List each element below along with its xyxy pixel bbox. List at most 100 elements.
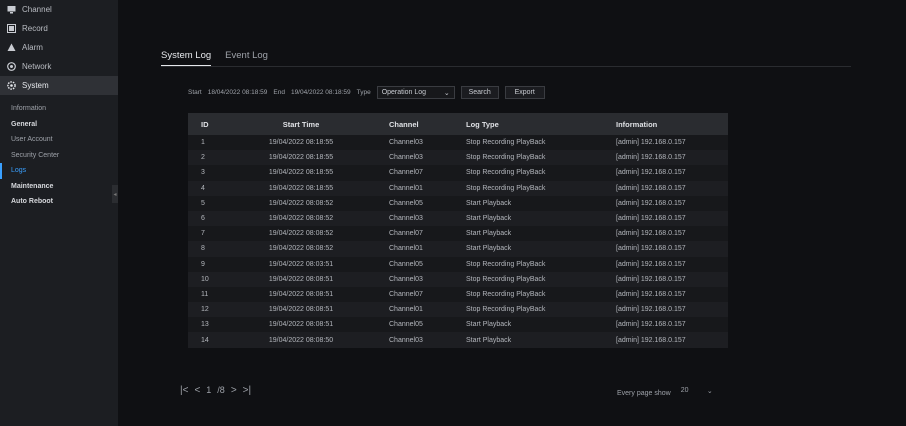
record-icon [7,24,16,33]
submenu-auto-reboot[interactable]: Auto Reboot [0,194,118,210]
submenu-logs[interactable]: Logs [0,163,118,179]
first-page-button[interactable]: |< [180,385,188,396]
cell-start-time: 19/04/2022 08:18:55 [268,139,334,147]
table-row[interactable]: 10 19/04/2022 08:08:51 Channel03 Stop Recor… [188,271,728,287]
table-row[interactable]: 5 19/04/2022 08:08:52 Channel05 Start Playb… [188,195,728,211]
submenu-user-account[interactable]: User Account [0,132,118,148]
table-row[interactable]: 9 19/04/2022 08:03:51 Channel05 Stop Record… [188,256,728,272]
cell-log-type: Start Playback [466,199,512,207]
cell-start-time: 19/04/2022 08:08:52 [268,230,334,238]
cell-log-type: Stop Recording PlayBack [466,154,546,162]
last-page-button[interactable]: >| [243,385,251,396]
cell-channel: Channel03 [389,275,423,283]
cell-information: [admin] 192.168.0.157 [616,245,686,253]
cell-information: [admin] 192.168.0.157 [616,260,686,268]
cell-information: [admin] 192.168.0.157 [616,154,686,162]
table-header-row: ID Start Time Channel Log Type Informati… [188,113,728,135]
sidebar-item-alarm[interactable]: Alarm [0,38,118,57]
cell-id: 3 [201,169,205,177]
cell-information: [admin] 192.168.0.157 [616,336,686,344]
cell-information: [admin] 192.168.0.157 [616,139,686,147]
cell-id: 2 [201,154,205,162]
table-row[interactable]: 6 19/04/2022 08:08:52 Channel03 Start Playb… [188,210,728,227]
sidebar-item-label: Network [22,62,52,71]
system-submenu: Information General User Account Securit… [0,101,118,210]
submenu-general[interactable]: General [0,117,118,133]
network-icon [7,62,16,71]
main-panel: System Log Event Log Start 18/04/2022 08… [118,0,906,426]
sidebar-item-label: Alarm [22,43,43,52]
column-header-id: ID [201,119,209,129]
cell-id: 14 [201,336,209,344]
column-header-start-time: Start Time [282,119,320,129]
cell-channel: Channel05 [389,321,423,329]
cell-information: [admin] 192.168.0.157 [616,169,686,177]
cell-id: 7 [201,230,205,238]
column-header-channel: Channel [389,119,419,129]
page-size-label: Every page show [617,389,671,397]
alarm-icon [7,43,16,52]
cell-start-time: 19/04/2022 08:08:51 [268,321,334,329]
table-row[interactable]: 13 19/04/2022 08:08:51 Channel05 Start Play… [188,317,728,333]
cell-id: 13 [201,321,209,329]
cell-information: [admin] 192.168.0.157 [616,290,686,298]
cell-channel: Channel03 [389,215,423,223]
tab-system-log[interactable]: System Log [161,50,212,67]
end-label: End [273,89,285,96]
cell-channel: Channel03 [389,336,423,344]
cell-id: 9 [201,260,205,268]
table-row[interactable]: 12 19/04/2022 08:08:51 Channel01 Stop Recor… [188,302,728,318]
table-row[interactable]: 14 19/04/2022 08:08:50 Channel03 Start Play… [188,332,728,348]
cell-log-type: Start Playback [466,336,512,344]
sidebar-item-label: System [22,81,49,90]
sidebar-item-system[interactable]: System [0,76,118,95]
table-row[interactable]: 3 19/04/2022 08:18:55 Channel07 Stop Record… [188,165,728,181]
page-size-select[interactable]: 20 ⌄ [677,387,717,399]
cell-log-type: Start Playback [466,321,512,329]
prev-page-button[interactable]: < [194,385,200,396]
cell-start-time: 19/04/2022 08:08:51 [268,275,334,283]
cell-information: [admin] 192.168.0.157 [616,199,686,207]
submenu-maintenance[interactable]: Maintenance [0,179,118,195]
search-button[interactable]: Search [460,86,499,99]
submenu-information[interactable]: Information [0,101,118,117]
total-pages: /8 [217,385,225,395]
pagination: |< < 1 /8 > >| [180,385,251,396]
start-time-field[interactable]: 18/04/2022 08:18:59 [208,89,268,96]
table-row[interactable]: 1 19/04/2022 08:18:55 Channel03 Stop Record… [188,135,728,151]
cell-channel: Channel01 [389,306,423,314]
log-type-select[interactable]: Operation Log ⌄ [376,86,455,99]
cell-start-time: 19/04/2022 08:08:52 [268,245,334,253]
end-time-field[interactable]: 19/04/2022 08:18:59 [291,89,351,96]
submenu-security-center[interactable]: Security Center [0,148,118,164]
export-button[interactable]: Export [504,86,545,99]
next-page-button[interactable]: > [231,385,237,396]
table-row[interactable]: 7 19/04/2022 08:08:52 Channel07 Start Playb… [188,226,728,242]
cell-log-type: Start Playback [466,245,512,253]
gear-icon [7,81,16,90]
chevron-down-icon: ⌄ [706,388,713,395]
current-page[interactable]: 1 [206,385,211,396]
cell-log-type: Stop Recording PlayBack [466,260,546,268]
cell-information: [admin] 192.168.0.157 [616,306,686,314]
sidebar-item-network[interactable]: Network [0,57,118,76]
table-row[interactable]: 11 19/04/2022 08:08:51 Channel07 Stop Recor… [188,286,728,303]
table-row[interactable]: 2 19/04/2022 08:18:55 Channel03 Stop Record… [188,150,728,166]
table-row[interactable]: 8 19/04/2022 08:08:52 Channel01 Start Playb… [188,241,728,257]
chevron-left-icon: ◂ [113,191,117,198]
sidebar-item-record[interactable]: Record [0,19,118,38]
cell-channel: Channel05 [389,199,423,207]
filter-bar: Start 18/04/2022 08:18:59 End 19/04/2022… [188,86,545,99]
cell-start-time: 19/04/2022 08:08:51 [268,290,334,298]
sidebar-item-label: Record [22,24,48,33]
tab-event-log[interactable]: Event Log [225,50,268,67]
cell-information: [admin] 192.168.0.157 [616,321,686,329]
cell-log-type: Stop Recording PlayBack [466,139,546,147]
cell-log-type: Stop Recording PlayBack [466,306,546,314]
cell-id: 4 [201,184,205,192]
sidebar-item-label: Channel [22,5,52,14]
cell-information: [admin] 192.168.0.157 [616,275,686,283]
table-row[interactable]: 4 19/04/2022 08:18:55 Channel01 Stop Record… [188,180,728,196]
cell-channel: Channel07 [389,230,423,238]
sidebar-item-channel[interactable]: Channel [0,0,118,19]
